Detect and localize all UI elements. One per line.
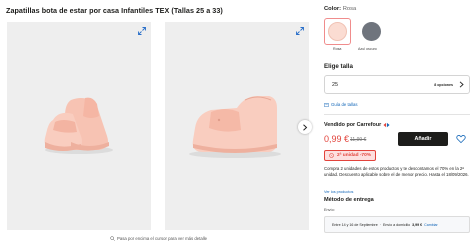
delivery-separator: · bbox=[379, 222, 381, 227]
size-select[interactable]: 25 8 opciones bbox=[324, 75, 470, 94]
delivery-send-label: Envío: bbox=[324, 208, 335, 212]
delivery-option[interactable]: Entre 14 y 16 de Septiembre · Envío a do… bbox=[324, 216, 470, 233]
delivery-dates: Entre 14 y 16 de Septiembre bbox=[332, 222, 378, 227]
product-info-panel: Color: Rosa Rosa Azul oscuro Elige talla… bbox=[323, 0, 471, 247]
swatch-dot bbox=[328, 22, 347, 41]
discount-icon bbox=[329, 153, 334, 158]
add-to-cart-button[interactable]: Añadir bbox=[398, 132, 448, 146]
size-guide-link[interactable]: Guía de tallas bbox=[324, 102, 358, 107]
promo-products-link[interactable]: Ver los productos bbox=[324, 190, 353, 194]
chevron-right-icon bbox=[459, 81, 464, 88]
seller-text: Vendido por Carrefour bbox=[324, 122, 382, 128]
promo-badge-text: 2ª unidad -70% bbox=[337, 153, 372, 158]
current-price: 0,99 € bbox=[324, 134, 350, 144]
swatch-dot bbox=[362, 22, 381, 41]
carrefour-logo-icon bbox=[383, 122, 390, 128]
chevron-right-icon bbox=[303, 123, 308, 131]
delivery-title: Método de entrega bbox=[324, 197, 374, 203]
swatch-label-azul-oscuro: Azul oscuro bbox=[358, 47, 377, 51]
color-label: Color: Rosa bbox=[324, 6, 356, 12]
expand-icon[interactable] bbox=[137, 26, 147, 36]
ruler-icon bbox=[324, 102, 329, 107]
magnifier-icon bbox=[110, 236, 115, 241]
divider bbox=[324, 114, 470, 115]
promo-description: Compra 2 unidades de estos productos y t… bbox=[324, 166, 469, 178]
heart-icon[interactable] bbox=[456, 134, 466, 144]
delivery-cost: 3,99 € bbox=[412, 222, 423, 227]
product-image-2[interactable] bbox=[165, 22, 309, 230]
delivery-home-label: Envío a domicilio bbox=[382, 222, 411, 227]
seller-info: Vendido por Carrefour bbox=[324, 122, 390, 128]
color-swatch-rosa[interactable] bbox=[324, 18, 351, 45]
product-image-1[interactable] bbox=[7, 22, 151, 230]
size-options-count: 8 opciones bbox=[434, 82, 453, 87]
color-label-text: Color: bbox=[324, 6, 342, 12]
color-swatch-azul-oscuro[interactable] bbox=[358, 18, 385, 45]
size-guide-text: Guía de tallas bbox=[331, 102, 358, 107]
delivery-change-link[interactable]: Cambiar bbox=[424, 223, 438, 227]
promo-badge: 2ª unidad -70% bbox=[324, 150, 377, 161]
slipper-side-illustration bbox=[189, 96, 281, 158]
zoom-hint-text: Pasa por encima el cursor para ver más d… bbox=[117, 236, 208, 241]
size-title: Elige talla bbox=[324, 63, 353, 70]
zoom-hint: Pasa por encima el cursor para ver más d… bbox=[110, 236, 207, 241]
slipper-pair-illustration bbox=[44, 97, 113, 154]
swatch-label-rosa: Rosa bbox=[333, 47, 342, 51]
size-value: 25 bbox=[332, 81, 338, 88]
old-price: 11,99 € bbox=[350, 137, 367, 143]
color-selected-value: Rosa bbox=[342, 6, 357, 12]
gallery-next-button[interactable] bbox=[298, 120, 312, 134]
product-title: Zapatillas bota de estar por casa Infant… bbox=[6, 6, 223, 15]
expand-icon[interactable] bbox=[295, 26, 305, 36]
